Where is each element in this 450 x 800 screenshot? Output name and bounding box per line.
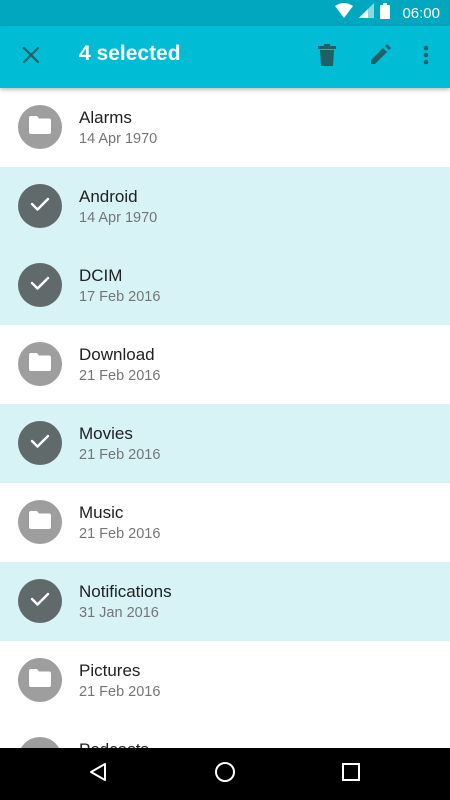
selection-count: 4 selected [79,42,181,65]
folder-avatar[interactable] [18,342,62,386]
delete-button[interactable] [310,40,344,74]
file-date: 21 Feb 2016 [79,526,161,542]
overflow-menu-button[interactable] [409,40,443,74]
battery-icon [380,2,391,24]
cell-signal-icon [359,3,375,23]
navigation-bar [0,748,450,800]
file-row[interactable]: Download 21 Feb 2016 [0,325,450,404]
selected-avatar[interactable] [18,579,62,623]
edit-icon [369,43,391,71]
status-bar: 06:00 [0,0,450,26]
file-name: Android [79,187,138,206]
file-row[interactable]: DCIM 17 Feb 2016 [0,246,450,325]
edit-button[interactable] [363,40,397,74]
home-button[interactable] [209,758,241,790]
file-list: Alarms 14 Apr 1970 Android 14 Apr 1970 DCIM 1… [0,88,450,748]
file-date: 21 Feb 2016 [79,447,161,463]
delete-icon [318,43,336,71]
folder-avatar[interactable] [18,500,62,544]
file-row[interactable]: Music 21 Feb 2016 [0,483,450,562]
folder-icon [29,115,51,139]
file-row[interactable]: Android 14 Apr 1970 [0,167,450,246]
file-date: 21 Feb 2016 [79,684,161,700]
file-row[interactable]: Podcasts [0,720,450,748]
file-name: Movies [79,424,133,443]
clock: 06:00 [402,4,440,22]
file-name: DCIM [79,266,123,285]
recents-icon [342,762,360,786]
file-date: 31 Jan 2016 [79,605,159,621]
check-icon [30,591,50,612]
close-icon [22,46,40,69]
file-date: 17 Feb 2016 [79,289,161,305]
file-name: Podcasts [79,740,149,748]
selected-avatar[interactable] [18,263,62,307]
contextual-action-bar: 4 selected [0,26,450,88]
file-date: 14 Apr 1970 [79,131,158,147]
folder-avatar[interactable] [18,105,62,149]
file-row[interactable]: Pictures 21 Feb 2016 [0,641,450,720]
folder-icon [29,668,51,692]
folder-icon [29,510,51,534]
file-date: 14 Apr 1970 [79,210,158,226]
file-name: Pictures [79,661,141,680]
file-date: 21 Feb 2016 [79,368,161,384]
file-name: Alarms [79,108,132,127]
folder-avatar[interactable] [18,658,62,702]
file-name: Music [79,503,124,522]
folder-icon [29,352,51,376]
selected-avatar[interactable] [18,184,62,228]
wifi-icon [335,3,354,23]
more-vert-icon [423,45,429,70]
home-icon [214,761,236,788]
selected-avatar[interactable] [18,421,62,465]
back-icon [88,762,108,787]
file-name: Download [79,345,155,364]
file-row[interactable]: Movies 21 Feb 2016 [0,404,450,483]
file-row[interactable]: Notifications 31 Jan 2016 [0,562,450,641]
close-selection-button[interactable] [14,40,48,74]
back-button[interactable] [82,758,114,790]
recents-button[interactable] [335,758,367,790]
check-icon [30,196,50,217]
file-name: Notifications [79,582,172,601]
file-row[interactable]: Alarms 14 Apr 1970 [0,88,450,167]
check-icon [30,275,50,296]
check-icon [30,433,50,454]
folder-avatar[interactable] [18,737,62,748]
